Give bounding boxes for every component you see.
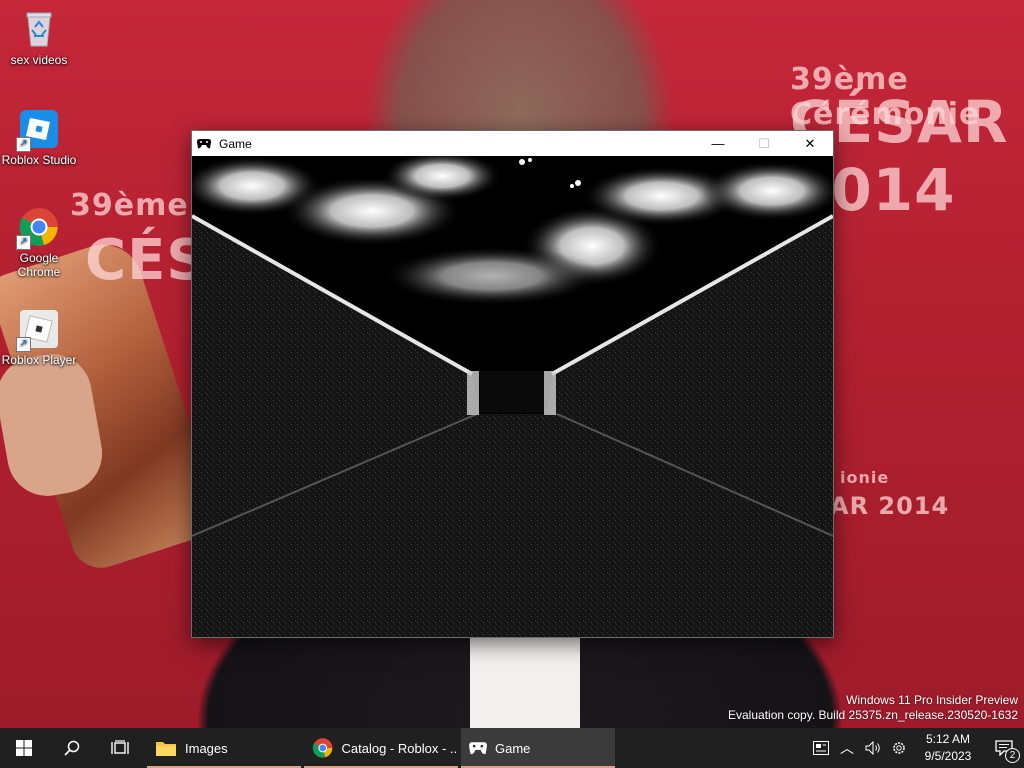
start-button[interactable] [0,728,48,768]
taskbar-app-chrome[interactable]: Catalog - Roblox - ... [304,728,458,768]
chrome-icon [312,738,333,758]
settings-button[interactable] [886,728,912,768]
wallpaper-text: CÉS [85,228,208,293]
task-view-icon [111,740,129,754]
desktop-icon-roblox-studio[interactable]: ↗ Roblox Studio [0,108,78,167]
game-viewport[interactable] [192,156,833,637]
window-title: Game [219,136,252,151]
watermark-line: Windows 11 Pro Insider Preview [846,693,1018,707]
show-hidden-icons-button[interactable]: ︿ [834,728,860,768]
taskbar-app-game[interactable]: Game [461,728,615,768]
taskbar-clock[interactable]: 5:12 AM 9/5/2023 [916,731,980,765]
windows-logo-icon [16,740,32,756]
gamepad-icon [469,742,487,755]
roblox-player-icon: ↗ [16,308,60,352]
volume-button[interactable] [860,728,886,768]
game-scene [192,156,833,637]
wallpaper-text: AR 2014 [830,492,950,520]
desktop-icon-roblox-player[interactable]: ↗ Roblox Player [0,308,78,367]
wallpaper-shirt [470,630,580,728]
desktop-icon-recycle-bin[interactable]: sex videos [0,8,78,67]
sky-cloud [382,246,602,306]
task-view-button[interactable] [96,728,144,768]
recycle-bin-icon [18,8,60,50]
clock-date: 9/5/2023 [924,749,972,763]
volume-icon [865,741,880,755]
shortcut-arrow-icon: ↗ [16,235,31,250]
search-button[interactable] [48,728,96,768]
notification-center-button[interactable]: 2 [984,728,1024,768]
shortcut-arrow-icon: ↗ [16,137,31,152]
taskbar: Images Catalog - Roblox - ... Game ︿ 5:1… [0,728,1024,768]
wallpaper-text: ionie [840,468,890,487]
clock-time: 5:12 AM [925,732,971,746]
taskbar-app-images[interactable]: Images [147,728,301,768]
shortcut-arrow-icon: ↗ [16,337,31,352]
taskbar-app-label: Catalog - Roblox - ... [341,740,459,756]
desktop-icon-label: Roblox Player [1,353,77,367]
news-icon [813,741,829,755]
window-titlebar[interactable]: Game — ☐ ✕ [192,131,833,156]
desktop-icon-label: Roblox Studio [1,153,77,167]
roblox-studio-icon: ↗ [16,108,60,152]
gamepad-icon [197,139,211,149]
system-tray: ︿ 5:12 AM 9/5/2023 2 [808,728,1024,768]
notification-badge: 2 [1005,748,1020,763]
taskbar-app-label: Images [185,740,228,756]
gear-icon [893,742,905,754]
search-icon [64,740,80,756]
maximize-button[interactable]: ☐ [741,131,787,156]
chrome-icon: ↗ [16,206,60,250]
windows-watermark: Windows 11 Pro Insider Preview Evaluatio… [728,693,1018,723]
minimize-button[interactable]: — [695,131,741,156]
taskbar-app-label: Game [495,740,531,756]
close-button[interactable]: ✕ [787,131,833,156]
news-widget-button[interactable] [808,728,834,768]
desktop-icon-label: sex videos [10,53,68,67]
folder-icon [156,742,176,756]
desktop-icon-label: Google Chrome [17,251,61,279]
chevron-up-icon: ︿ [840,740,854,756]
game-window[interactable]: Game — ☐ ✕ [191,130,834,638]
desktop-icon-google-chrome[interactable]: ↗ Google Chrome [0,206,78,279]
watermark-line: Evaluation copy. Build 25375.zn_release.… [728,708,1018,722]
